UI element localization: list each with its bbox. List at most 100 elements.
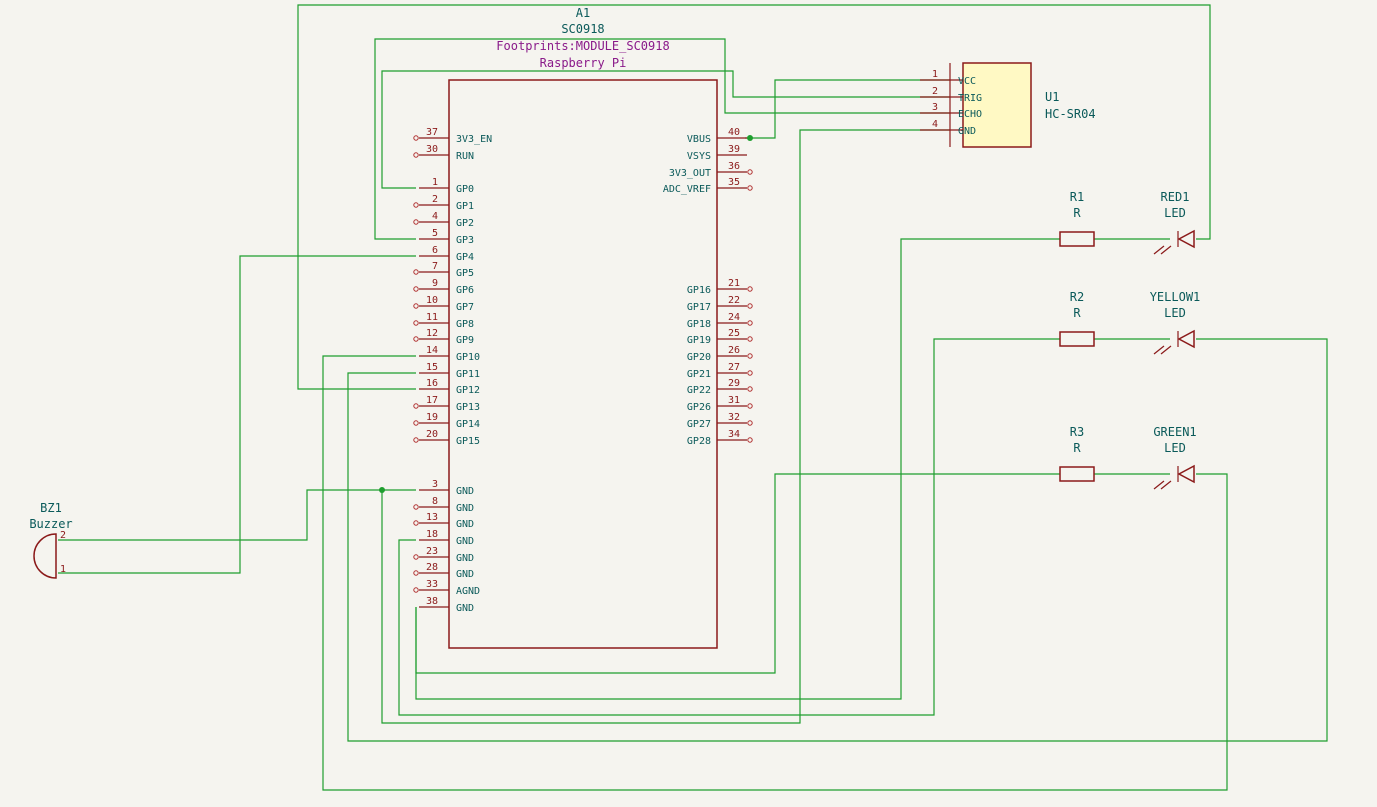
a1-pin-gp28[interactable]: 34 GP28 [687, 429, 753, 447]
pin-name: VSYS [687, 151, 711, 162]
a1-pin-gp3[interactable]: 5 GP3 [419, 228, 474, 246]
unconnected-pin-marker [413, 336, 419, 342]
pin-name: GND [456, 536, 474, 547]
a1-pin-gp8[interactable]: 11 GP8 [413, 312, 474, 330]
pin-name: GND [456, 603, 474, 614]
pin-name: GP20 [687, 352, 711, 363]
pin-name: VCC [958, 76, 976, 87]
pin-number: 24 [728, 312, 740, 323]
pin-number: 13 [426, 512, 438, 523]
a1-pin-gnd[interactable]: 38 GND [419, 596, 474, 614]
a1-pin-gnd[interactable]: 13 GND [413, 512, 474, 530]
a1-pin-gp22[interactable]: 29 GP22 [687, 378, 753, 396]
a1-pin-gnd[interactable]: 28 GND [413, 562, 474, 580]
pin-name: GP0 [456, 184, 474, 195]
a1-pin-gp15[interactable]: 20 GP15 [413, 429, 480, 447]
pin-number: 27 [728, 362, 740, 373]
a1-pin-gp20[interactable]: 26 GP20 [687, 345, 753, 363]
pin-name: GP17 [687, 302, 711, 313]
a1-pin-gnd[interactable]: 3 GND [419, 479, 474, 497]
r1-ref: R1 [1070, 190, 1084, 204]
a1-pin-gp18[interactable]: 24 GP18 [687, 312, 753, 330]
wire-gnd-r1 [415, 238, 1060, 700]
pin-number: 30 [426, 144, 438, 155]
resistor-r1[interactable]: R1 R [1059, 190, 1095, 247]
unconnected-pin-marker [413, 554, 419, 560]
pin-number: 25 [728, 328, 740, 339]
pin-name: GP26 [687, 402, 711, 413]
pin-name: ADC_VREF [663, 184, 711, 195]
pin-number: 15 [426, 362, 438, 373]
pin-number: 31 [728, 395, 740, 406]
unconnected-pin-marker [413, 152, 419, 158]
pin-name: GP16 [687, 285, 711, 296]
led-red1[interactable]: RED1 LED [1153, 190, 1195, 255]
pin-number: 23 [426, 546, 438, 557]
a1-pin-gp17[interactable]: 22 GP17 [687, 295, 753, 313]
a1-pin-gnd[interactable]: 18 GND [419, 529, 474, 547]
pin-name: GP10 [456, 352, 480, 363]
pin-number: 11 [426, 312, 438, 323]
pin-name: RUN [456, 151, 474, 162]
a1-pin-agnd[interactable]: 33 AGND [413, 579, 480, 597]
unconnected-pin-marker [413, 135, 419, 141]
unconnected-pin-marker [413, 437, 419, 443]
buzzer-body-icon [33, 533, 57, 579]
pin-number: 10 [426, 295, 438, 306]
a1-pin-gp14[interactable]: 19 GP14 [413, 412, 480, 430]
pin-number: 5 [432, 228, 438, 239]
pin-number: 22 [728, 295, 740, 306]
green1-ref: GREEN1 [1153, 425, 1196, 439]
a1-pin-gp1[interactable]: 2 GP1 [413, 194, 474, 212]
a1-pin-gp4[interactable]: 6 GP4 [419, 245, 474, 263]
a1-pin-gp19[interactable]: 25 GP19 [687, 328, 753, 346]
a1-pin-run[interactable]: 30 RUN [413, 144, 474, 162]
a1-right-pins: 40 VBUS 39 VSYS 36 3V3_OUT 35 ADC_VREF 21 GP16 22 G… [663, 127, 753, 447]
a1-pin-gp2[interactable]: 4 GP2 [413, 211, 474, 229]
red1-ref: RED1 [1161, 190, 1190, 204]
u1-symbol[interactable]: U1 HC-SR04 1 VCC 2 TRIG 3 ECHO 4 GND [920, 62, 1096, 148]
unconnected-pin-marker [413, 202, 419, 208]
resistor-r2[interactable]: R2 R [1059, 290, 1095, 347]
pin-name: GND [456, 486, 474, 497]
pin-name: GP8 [456, 319, 474, 330]
pin-number: 7 [432, 261, 438, 272]
pin-number: 19 [426, 412, 438, 423]
pin-name: GP5 [456, 268, 474, 279]
a1-pin-gnd[interactable]: 8 GND [413, 496, 474, 514]
pin-number: 8 [432, 496, 438, 507]
pin-name: GND [456, 553, 474, 564]
a1-pin-gp5[interactable]: 7 GP5 [413, 261, 474, 279]
junction-vbus [747, 135, 753, 141]
a1-pin-3v3_en[interactable]: 37 3V3_EN [413, 127, 492, 145]
a1-pin-gp13[interactable]: 17 GP13 [413, 395, 480, 413]
led-green1[interactable]: GREEN1 LED [1153, 425, 1197, 490]
pin-number: 1 [432, 177, 438, 188]
a1-pin-gp26[interactable]: 31 GP26 [687, 395, 753, 413]
u1-value: HC-SR04 [1045, 107, 1096, 121]
a1-description: Raspberry Pi [540, 56, 627, 70]
wire-gp4-buzzer [58, 255, 416, 574]
a1-pin-gp16[interactable]: 21 GP16 [687, 278, 753, 296]
unconnected-pin-marker [747, 437, 753, 443]
resistor-r3[interactable]: R3 R [1059, 425, 1095, 482]
pin-number: 2 [432, 194, 438, 205]
pin-number: 36 [728, 161, 740, 172]
led-yellow1[interactable]: YELLOW1 LED [1150, 290, 1201, 355]
resistor-r2-body [1059, 331, 1095, 347]
a1-pin-adc_vref[interactable]: 35 ADC_VREF [663, 177, 753, 195]
unconnected-pin-marker [413, 504, 419, 510]
pin-number: 29 [728, 378, 740, 389]
green1-value: LED [1164, 441, 1186, 455]
a1-pin-gp21[interactable]: 27 GP21 [687, 362, 753, 380]
a1-pin-gp27[interactable]: 32 GP27 [687, 412, 753, 430]
a1-symbol[interactable]: A1 SC0918 Footprints:MODULE_SC0918 Raspb… [413, 6, 753, 649]
pin-name: GP27 [687, 419, 711, 430]
a1-pin-gp7[interactable]: 10 GP7 [413, 295, 474, 313]
a1-pin-gp0[interactable]: 1 GP0 [419, 177, 474, 195]
wire-gnd-buzzer [58, 489, 416, 541]
a1-pin-gp9[interactable]: 12 GP9 [413, 328, 474, 346]
a1-pin-gp6[interactable]: 9 GP6 [413, 278, 474, 296]
a1-pin-gnd[interactable]: 23 GND [413, 546, 474, 564]
unconnected-pin-marker [413, 420, 419, 426]
